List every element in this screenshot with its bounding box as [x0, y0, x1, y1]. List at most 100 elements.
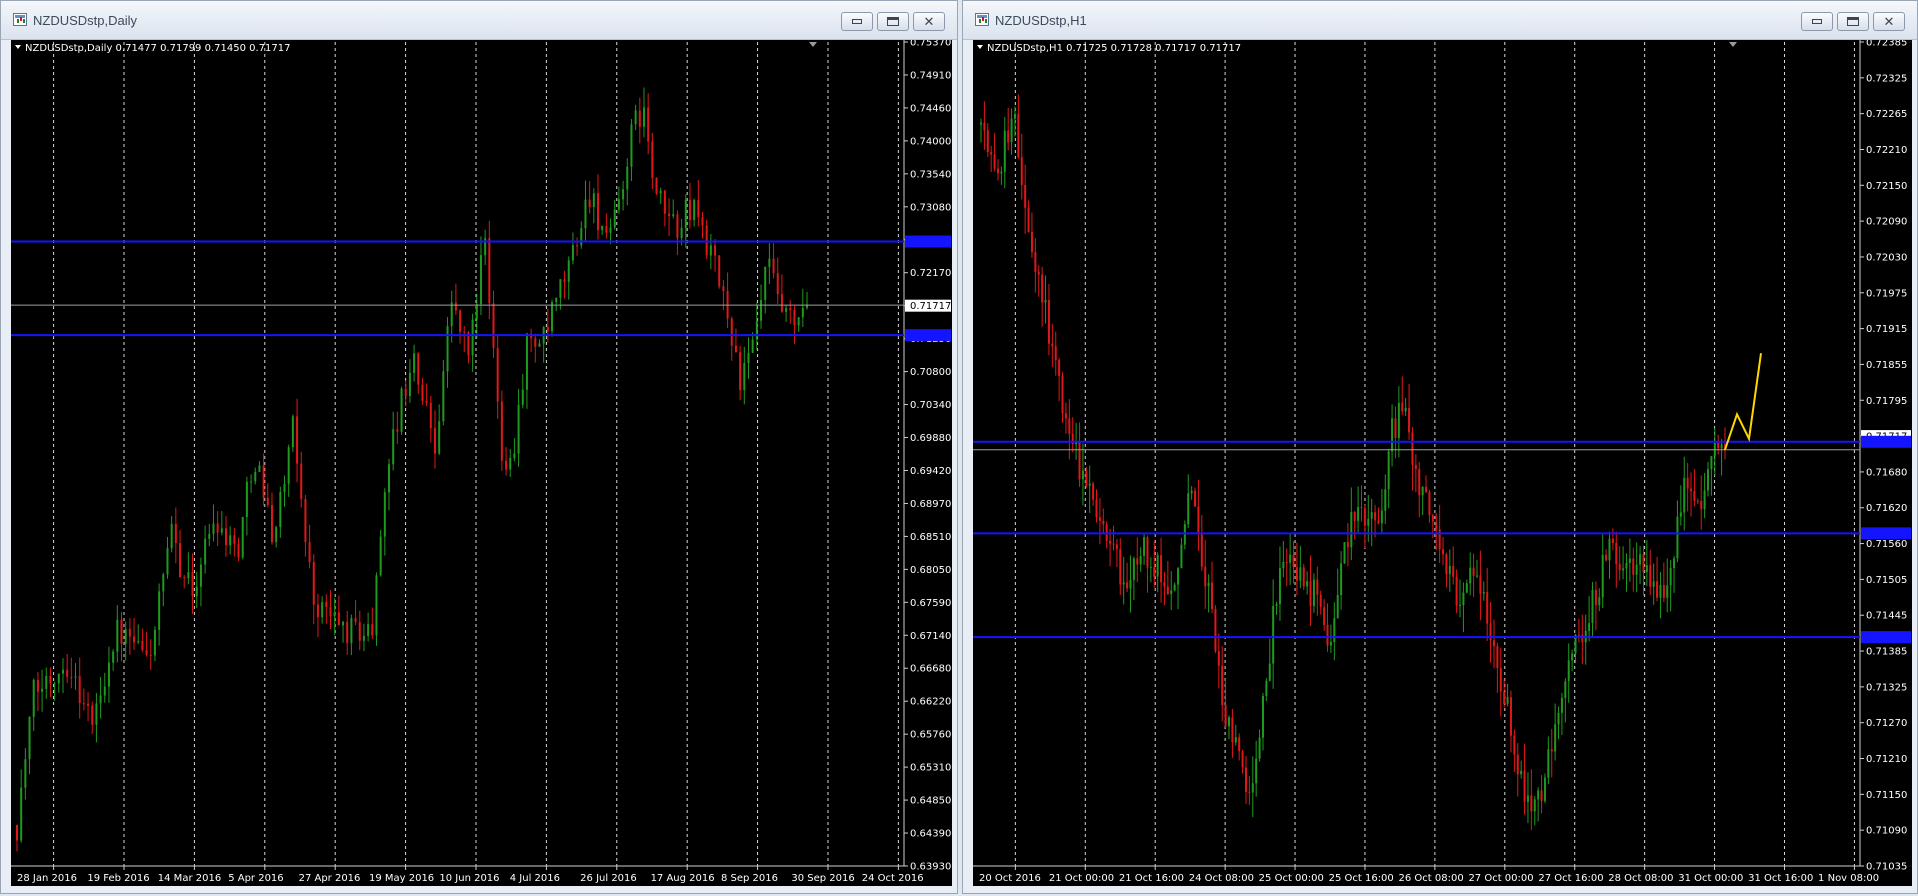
candle-body [1214, 609, 1217, 652]
y-tick-label: 0.75370 [910, 40, 951, 49]
candle-body [450, 302, 453, 327]
maximize-button[interactable] [877, 12, 909, 31]
candle-body [333, 612, 336, 617]
x-tick-label: 25 Oct 16:00 [1329, 873, 1394, 884]
candle-body [1200, 533, 1203, 567]
info-dropdown-icon[interactable] [977, 45, 983, 49]
candle-body [413, 353, 416, 373]
candle-body [1231, 717, 1234, 743]
candle-body [367, 624, 370, 636]
candle-body [1377, 520, 1380, 524]
candle-body [429, 402, 432, 429]
candle-body [1170, 590, 1173, 595]
minimize-button[interactable] [1801, 12, 1833, 31]
candle-body [53, 683, 56, 685]
x-tick-label: 27 Apr 2016 [299, 873, 361, 884]
x-tick-label: 1 Nov 08:00 [1818, 873, 1879, 884]
candle-body [57, 673, 60, 684]
minimize-icon [1812, 19, 1822, 24]
chart-shift-marker[interactable] [1729, 42, 1737, 47]
candle-body [1340, 563, 1343, 595]
info-dropdown-icon[interactable] [15, 45, 21, 49]
candle-body [1115, 544, 1118, 550]
candle-body [1642, 554, 1645, 573]
candle-body [1431, 515, 1434, 522]
candle-body [325, 602, 328, 608]
candle-body [379, 536, 382, 576]
y-tick-label: 0.71975 [1866, 288, 1907, 299]
chart-window-h1[interactable]: NZDUSDstp,H1 ✕ 0.72385 0.72325 0.72265 0.72… [962, 0, 1918, 894]
candle-body [718, 255, 721, 287]
candle-body [1628, 558, 1631, 563]
candle-body [1482, 591, 1485, 594]
candle-body [1333, 618, 1336, 642]
candles [16, 87, 808, 852]
candle-body [1547, 749, 1550, 778]
candle-body [128, 629, 131, 637]
candle-body [479, 255, 482, 305]
close-button[interactable]: ✕ [913, 12, 945, 31]
candle-body [1047, 300, 1050, 344]
candle-body [1571, 653, 1574, 661]
chart-shift-marker[interactable] [809, 42, 817, 47]
candle-body [183, 577, 186, 579]
candle-body [1251, 783, 1254, 793]
y-tick-label: 0.68510 [910, 532, 951, 543]
candle-body [425, 400, 428, 403]
level-price-marker [1861, 435, 1911, 448]
candle-body [1649, 565, 1652, 587]
candle-body [634, 110, 637, 125]
chart-window-daily[interactable]: NZDUSDstp,Daily ✕ 0.75370 0.74910 0.74460 0… [0, 0, 958, 894]
candle-body [245, 481, 248, 517]
close-button[interactable]: ✕ [1873, 12, 1905, 31]
candle-body [179, 543, 182, 578]
y-tick-label: 0.71385 [1866, 647, 1907, 658]
candle-body [1690, 488, 1693, 492]
candle-body [1591, 589, 1594, 624]
candle-body [141, 640, 144, 650]
x-tick-label: 26 Jul 2016 [580, 873, 637, 884]
candle-body [597, 193, 600, 231]
candle-body [1153, 567, 1156, 577]
x-tick-label: 31 Oct 16:00 [1748, 873, 1813, 884]
candle-body [1380, 510, 1383, 524]
maximize-button[interactable] [1837, 12, 1869, 31]
candle-body [990, 152, 993, 155]
candle-body [1686, 477, 1689, 489]
candle-body [1323, 607, 1326, 625]
candle-body [149, 654, 152, 656]
y-tick-label: 0.73080 [910, 202, 951, 213]
candle-body [358, 622, 361, 641]
candle-body [534, 338, 537, 347]
candle-body [684, 199, 687, 228]
candle-body [95, 703, 98, 725]
candle-body [1435, 521, 1438, 530]
candle-body [1662, 585, 1665, 598]
x-tick-label: 27 Oct 16:00 [1538, 873, 1603, 884]
minimize-button[interactable] [841, 12, 873, 31]
projection-line[interactable] [1724, 353, 1762, 451]
candle-body [229, 535, 232, 546]
chart-canvas-h1[interactable]: 0.72385 0.72325 0.72265 0.72210 0.72150 0.720… [973, 40, 1912, 886]
title-bar-daily[interactable]: NZDUSDstp,Daily ✕ [1, 1, 957, 40]
candle-body [1357, 507, 1360, 521]
candle-body [270, 504, 273, 543]
x-tick-label: 30 Sep 2016 [791, 873, 854, 884]
candle-body [1710, 456, 1713, 470]
candle-body [1234, 737, 1237, 743]
candle-body [1455, 576, 1458, 606]
title-bar-h1[interactable]: NZDUSDstp,H1 ✕ [963, 1, 1917, 40]
candle-body [1421, 486, 1424, 496]
candle-body [772, 258, 775, 274]
candle-body [1183, 524, 1186, 545]
candle-body [1102, 520, 1105, 525]
candle-body [500, 401, 503, 461]
candle-body [216, 523, 219, 533]
candle-body [66, 669, 69, 677]
candle-body [764, 266, 767, 301]
candle-body [1013, 113, 1016, 119]
x-tick-label: 31 Oct 00:00 [1678, 873, 1743, 884]
candle-body [233, 535, 236, 544]
y-tick-label: 0.72265 [1866, 109, 1907, 120]
chart-canvas-daily[interactable]: 0.75370 0.74910 0.74460 0.74000 0.73540 0.730… [11, 40, 952, 886]
